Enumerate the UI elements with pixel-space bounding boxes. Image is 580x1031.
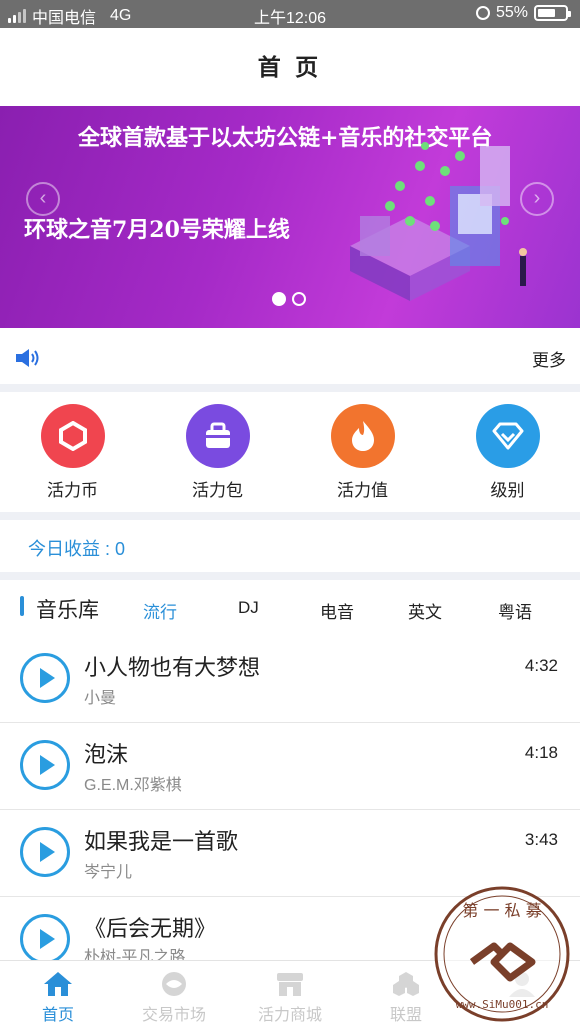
home-icon <box>43 971 73 997</box>
song-artist: 小曼 <box>84 690 117 707</box>
song-row[interactable]: 泡沫 G.E.M.邓紫棋 4:18 <box>0 723 580 810</box>
store-icon <box>275 971 305 997</box>
music-library-title: 音乐库 <box>36 599 99 622</box>
tab-pop[interactable]: 流行 <box>143 598 177 623</box>
song-row[interactable]: 小人物也有大梦想 小曼 4:32 <box>0 636 580 723</box>
hexagon-coin-icon <box>40 404 105 468</box>
shortcut-vitality-value[interactable]: 活力值 <box>290 392 435 512</box>
market-icon <box>159 971 189 997</box>
svg-text:www.SiMu001.cn: www.SiMu001.cn <box>456 998 549 1011</box>
music-library-header: 音乐库 流行 DJ 电音 英文 粤语 <box>0 580 580 636</box>
play-icon[interactable] <box>20 914 70 964</box>
play-icon[interactable] <box>20 653 70 703</box>
page-title: 首 页 <box>0 28 580 106</box>
bag-icon <box>185 404 250 468</box>
tab-cantonese[interactable]: 粤语 <box>498 598 532 623</box>
shortcut-vitality-coin[interactable]: 活力币 <box>0 392 145 512</box>
song-title: 泡沫 <box>84 742 129 767</box>
song-title: 如果我是一首歌 <box>84 829 239 854</box>
song-duration: 4:18 <box>524 743 558 762</box>
shortcut-label: 级别 <box>490 481 525 500</box>
song-duration: 4:32 <box>524 656 558 675</box>
isometric-city-illustration <box>350 142 527 301</box>
tab-label: 首页 <box>41 1007 74 1024</box>
tab-electronic[interactable]: 电音 <box>320 598 354 623</box>
battery-icon <box>534 5 571 21</box>
song-duration: 3:43 <box>524 830 558 849</box>
tab-label: 交易市场 <box>141 1007 206 1024</box>
more-link[interactable]: 更多 <box>532 346 566 371</box>
battery-percent: 55% <box>495 4 528 21</box>
tab-store[interactable]: 活力商城 <box>232 961 348 1031</box>
today-earnings-text: 今日收益 : 0 <box>28 539 126 559</box>
alliance-icon <box>391 971 421 997</box>
shortcut-vitality-bag[interactable]: 活力包 <box>145 392 290 512</box>
flame-icon <box>330 404 395 468</box>
watermark-text: 第 一 私 募 <box>462 901 541 920</box>
today-earnings: 今日收益 : 0 <box>0 520 580 572</box>
song-artist: G.E.M.邓紫棋 <box>84 777 182 794</box>
tab-english[interactable]: 英文 <box>408 598 442 623</box>
banner-pagination <box>272 292 306 306</box>
banner-dot-active[interactable] <box>272 292 286 306</box>
shortcut-grid: 活力币 活力包 活力值 级别 <box>0 392 580 512</box>
play-icon[interactable] <box>20 740 70 790</box>
banner-subline: 环球之音7月20号荣耀上线 <box>24 217 290 243</box>
banner-prev-button[interactable]: ‹ <box>26 182 60 216</box>
song-title: 《后会无期》 <box>84 916 217 941</box>
status-bar: 中国电信 4G 上午12:06 55% <box>0 0 580 28</box>
tab-home[interactable]: 首页 <box>0 961 116 1031</box>
tab-market[interactable]: 交易市场 <box>116 961 232 1031</box>
speaker-icon <box>16 349 39 367</box>
shortcut-label: 活力值 <box>337 481 388 500</box>
shortcut-label: 活力币 <box>47 481 98 500</box>
promo-banner[interactable]: 全球首款基于以太坊公链+音乐的社交平台 环球之音7月20号荣耀上线 ‹ › <box>0 106 580 328</box>
shortcut-label: 活力包 <box>192 481 243 500</box>
song-artist: 岑宁儿 <box>84 864 133 881</box>
play-icon[interactable] <box>20 827 70 877</box>
diamond-icon <box>475 404 540 468</box>
song-title: 小人物也有大梦想 <box>84 655 261 680</box>
banner-next-button[interactable]: › <box>520 182 554 216</box>
tab-dj[interactable]: DJ <box>238 598 259 618</box>
watermark-stamp: 第 一 私 募 www.SiMu001.cn <box>434 886 570 1022</box>
tab-label: 活力商城 <box>257 1007 322 1024</box>
notice-bar: 更多 <box>0 328 580 384</box>
orientation-lock-icon <box>475 6 490 20</box>
banner-dot[interactable] <box>292 292 306 306</box>
shortcut-level[interactable]: 级别 <box>435 392 580 512</box>
section-marker <box>20 596 24 616</box>
